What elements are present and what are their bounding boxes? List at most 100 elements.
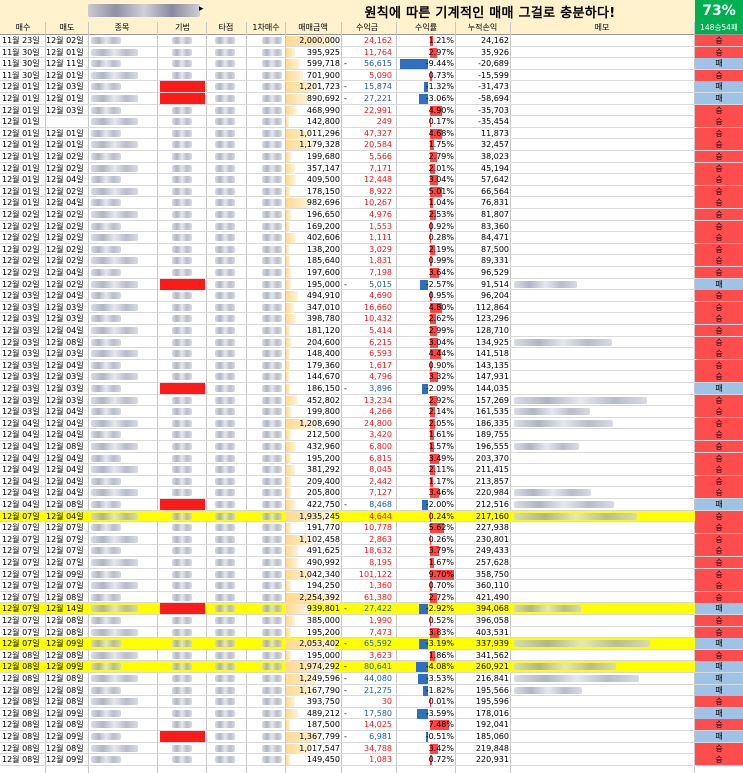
table-row[interactable]: 12월 01일 12월 02일 199,680 5,566 2.79% 38,023 승 <box>0 151 743 163</box>
table-row[interactable]: 12월 03일 12월 04일 199,800 4,266 2.14% 161,535 승 <box>0 406 743 418</box>
table-row[interactable]: 12월 08일 12월 08일 195,000 3,623 1.86% 341,562 승 <box>0 649 743 662</box>
memo-cell[interactable] <box>512 232 692 243</box>
memo-cell[interactable] <box>512 35 692 46</box>
table-row[interactable]: 12월 01일 12월 01일 1,179,328 20,584 1.75% 32,457… <box>0 139 743 151</box>
memo-cell[interactable] <box>512 244 692 255</box>
header-rate[interactable]: 수익률 <box>398 22 454 34</box>
table-row[interactable]: 12월 08일 12월 08일 187,500 14,025 7.48% 192,041 승 <box>0 719 743 731</box>
memo-cell[interactable] <box>512 395 692 406</box>
table-row[interactable]: 12월 04일 12월 04일 195,200 6,815 3.49% 203,370 승 <box>0 452 743 465</box>
table-row[interactable]: 12월 08일 12월 09일 1,974,292-80,641 -4.08% 260,… <box>0 661 743 673</box>
memo-cell[interactable] <box>512 105 692 116</box>
memo-cell[interactable] <box>512 685 692 696</box>
table-row[interactable]: 12월 01일 12월 02일 357,147 7,171 2.01% 45,194 승 <box>0 162 743 175</box>
memo-cell[interactable] <box>512 348 692 359</box>
table-row[interactable]: 12월 07일 12월 08일 385,000 1,990 0.52% 396,058 승 <box>0 615 743 627</box>
header-name[interactable]: 종목 <box>89 22 155 34</box>
memo-cell[interactable] <box>512 499 692 510</box>
memo-cell[interactable] <box>512 209 692 220</box>
memo-cell[interactable] <box>512 406 692 417</box>
memo-cell[interactable] <box>512 719 692 730</box>
table-row[interactable]: 12월 02일 12월 02일 185,640 1,831 0.99% 89,331 승 <box>0 255 743 267</box>
table-row[interactable]: 12월 02일 12월 02일 195,000-5,015 -2.57% 91,514 패 <box>0 278 743 291</box>
memo-cell[interactable] <box>512 337 692 348</box>
table-row[interactable]: 12월 01일 12월 02일 178,150 8,922 5.01% 66,564 승 <box>0 185 743 198</box>
table-row[interactable]: 12월 03일 12월 03일 144,670 4,796 3.32% 147,931 승 <box>0 371 743 383</box>
memo-cell[interactable] <box>512 464 692 475</box>
memo-cell[interactable] <box>512 661 692 672</box>
memo-cell[interactable] <box>512 696 692 707</box>
table-row[interactable]: 12월 03일 12월 03일 398,780 10,432 2.62% 123,296 승 <box>0 313 743 325</box>
memo-cell[interactable] <box>512 81 692 92</box>
memo-cell[interactable] <box>512 174 692 185</box>
memo-cell[interactable] <box>512 627 692 638</box>
table-row[interactable]: 12월 02일 12월 02일 169,200 1,553 0.92% 83,360 승 <box>0 220 743 233</box>
memo-cell[interactable] <box>512 151 692 162</box>
header-buy-date[interactable]: 매수 <box>2 22 44 34</box>
table-row[interactable]: 12월 07일 12월 07일 194,250 1,360 0.70% 360,110 승 <box>0 580 743 592</box>
header-category[interactable]: 기법 <box>160 22 205 34</box>
header-timing[interactable]: 타점 <box>207 22 245 34</box>
table-row[interactable]: 12월 04일 12월 04일 209,400 2,442 1.17% 213,857 승 <box>0 475 743 488</box>
memo-cell[interactable] <box>512 221 692 232</box>
table-row[interactable]: 12월 01일 12월 04일 982,696 10,267 1.04% 76,831 승 <box>0 197 743 209</box>
table-row[interactable]: 12월 03일 12월 03일 148,400 6,593 4.44% 141,518 승 <box>0 348 743 360</box>
table-row[interactable]: 12월 04일 12월 04일 205,800 7,127 3.46% 220,984 승 <box>0 487 743 499</box>
memo-cell[interactable] <box>512 534 692 545</box>
table-row[interactable]: 12월 08일 12월 09일 1,367,799-6,981 -0.51% 185,0… <box>0 731 743 743</box>
table-row[interactable]: 12월 04일 12월 08일 432,960 6,800 1.57% 196,555 승 <box>0 441 743 453</box>
memo-cell[interactable] <box>512 511 692 522</box>
table-row[interactable]: 12월 07일 12월 07일 490,992 8,195 1.67% 257,628 승 <box>0 557 743 569</box>
memo-cell[interactable] <box>512 603 692 614</box>
memo-cell[interactable] <box>512 743 692 754</box>
table-row[interactable]: 12월 04일 12월 04일 1,208,690 24,800 2.05% 186,33… <box>0 417 743 430</box>
table-row[interactable]: 12월 08일 12월 09일 489,212-17,580 -3.59% 178,01… <box>0 707 743 720</box>
table-row[interactable]: 12월 01일 12월 03일 1,201,723-15,874 -1.32% -31,… <box>0 81 743 93</box>
header-first-buy[interactable]: 1차매수 <box>248 22 284 34</box>
header-cumulative[interactable]: 누적손익 <box>456 22 509 34</box>
memo-cell[interactable] <box>512 615 692 626</box>
memo-cell[interactable] <box>512 116 692 127</box>
table-row[interactable]: 12월 08일 12월 08일 1,167,790-21,275 -1.82% 195,… <box>0 684 743 697</box>
table-row[interactable]: 12월 07일 12월 07일 191,770 10,778 5.62% 227,938 승 <box>0 522 743 534</box>
memo-cell[interactable] <box>512 650 692 661</box>
table-row[interactable]: 12월 01일 12월 03일 468,990 22,991 4.90% -35,703 승 <box>0 104 743 117</box>
memo-cell[interactable] <box>512 522 692 533</box>
table-row[interactable]: 11월 30일 12월 11일 599,718-56,615 -9.44% -20,68… <box>0 58 743 70</box>
memo-cell[interactable] <box>512 47 692 58</box>
table-row[interactable]: 12월 08일 12월 08일 1,249,596-44,080 -3.53% 216,… <box>0 673 743 685</box>
memo-cell[interactable] <box>512 754 692 765</box>
memo-cell[interactable] <box>512 708 692 719</box>
memo-cell[interactable] <box>512 487 692 498</box>
memo-cell[interactable] <box>512 197 692 208</box>
table-row[interactable]: 12월 08일 12월 08일 1,017,547 34,788 3.42% 219,84… <box>0 742 743 755</box>
header-memo[interactable]: 메모 <box>512 22 692 34</box>
memo-cell[interactable] <box>512 70 692 81</box>
memo-cell[interactable] <box>512 731 692 742</box>
memo-cell[interactable] <box>512 557 692 568</box>
memo-cell[interactable] <box>512 569 692 580</box>
table-row[interactable]: 12월 02일 12월 04일 197,600 7,198 3.64% 96,529 승 <box>0 267 743 279</box>
table-row[interactable]: 12월 08일 12월 09일 149,450 1,083 0.72% 220,931 승 <box>0 754 743 766</box>
table-row[interactable]: 12월 07일 12월 08일 195,200 7,473 3.83% 403,531 승 <box>0 626 743 639</box>
memo-cell[interactable] <box>512 673 692 684</box>
memo-cell[interactable] <box>512 128 692 139</box>
table-row[interactable]: 12월 04일 12월 08일 422,750-8,468 -2.00% 212,516… <box>0 499 743 511</box>
table-row[interactable]: 12월 07일 12월 04일 1,935,245 4,644 0.24% 217,160… <box>0 510 743 523</box>
memo-cell[interactable] <box>512 476 692 487</box>
memo-cell[interactable] <box>512 255 692 266</box>
table-row[interactable]: 12월 07일 12월 14일 939,801-27,422 -2.92% 394,06… <box>0 603 743 615</box>
memo-cell[interactable] <box>512 429 692 440</box>
memo-cell[interactable] <box>512 383 692 394</box>
memo-cell[interactable] <box>512 453 692 464</box>
table-row[interactable]: 12월 03일 12월 04일 181,120 5,414 2.99% 128,710 승 <box>0 325 743 337</box>
memo-cell[interactable] <box>512 163 692 174</box>
memo-cell[interactable] <box>512 139 692 150</box>
table-row[interactable]: 12월 03일 12월 03일 347,010 16,660 4.80% 112,864 승 <box>0 301 743 314</box>
table-row[interactable]: 12월 04일 12월 04일 212,500 3,420 1.61% 189,755 승 <box>0 429 743 441</box>
table-row[interactable]: 11월 23일 12월 02일 2,000,000 24,162 1.21% 24,162… <box>0 35 743 47</box>
table-row[interactable]: 12월 03일 12월 04일 494,910 4,690 0.95% 96,204 승 <box>0 290 743 302</box>
memo-cell[interactable] <box>512 638 692 649</box>
table-row[interactable]: 12월 01일 12월 01일 1,011,296 47,327 4.68% 11,873… <box>0 127 743 140</box>
memo-cell[interactable] <box>512 371 692 382</box>
